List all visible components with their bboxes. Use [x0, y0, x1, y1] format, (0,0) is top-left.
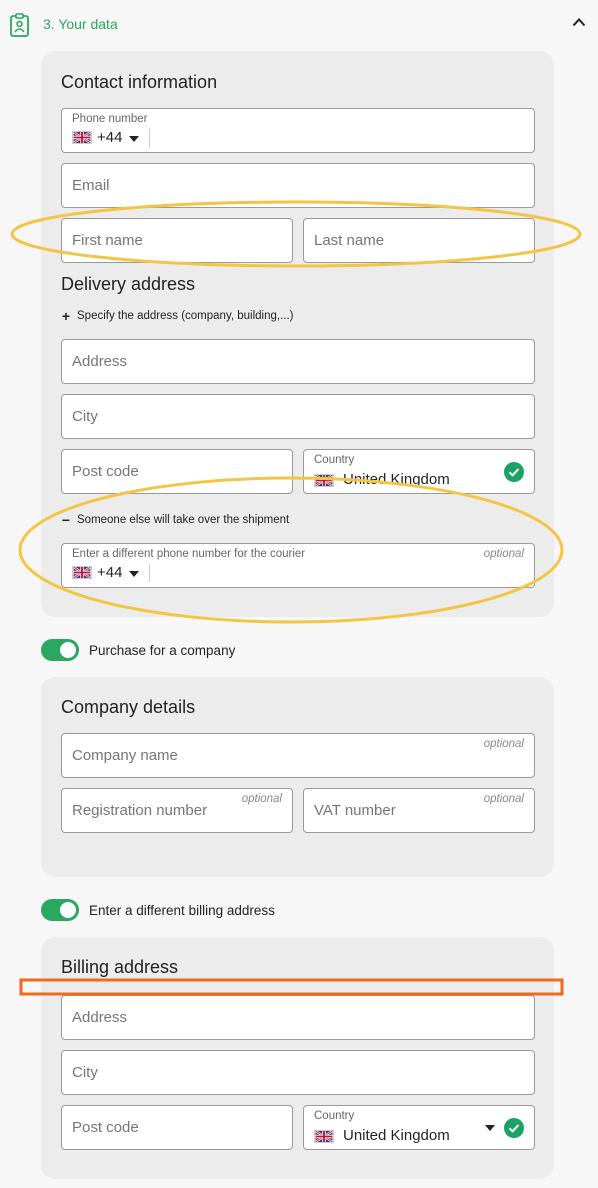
someone-else-label: Someone else will take over the shipment	[77, 514, 290, 526]
phone-separator	[149, 564, 150, 582]
toggle-knob	[60, 642, 76, 658]
specify-address-label: Specify the address (company, building,.…	[77, 310, 294, 322]
company-toggle-row[interactable]: Purchase for a company	[41, 639, 235, 661]
phone-label: Phone number	[72, 113, 148, 125]
registration-number-placeholder: Registration number	[72, 802, 208, 819]
delivery-title: Delivery address	[61, 274, 196, 294]
billing-title: Billing address	[61, 957, 179, 977]
last-name-field[interactable]: Last name	[303, 218, 535, 263]
billing-toggle-row[interactable]: Enter a different billing address	[41, 899, 275, 921]
delivery-city-placeholder: City	[72, 408, 98, 425]
delivery-country-select[interactable]: Country United Kingdom	[303, 449, 535, 494]
email-field[interactable]: Email	[61, 163, 535, 208]
vat-number-field[interactable]: VAT number optional	[303, 788, 535, 833]
delivery-address-placeholder: Address	[72, 353, 128, 370]
billing-postcode-placeholder: Post code	[72, 1119, 139, 1136]
delivery-city-field[interactable]: City	[61, 394, 535, 439]
vat-number-placeholder: VAT number	[314, 802, 396, 819]
delivery-postcode-field[interactable]: Post code	[61, 449, 293, 494]
caret-down-icon[interactable]	[129, 571, 139, 577]
billing-address-placeholder: Address	[72, 1009, 128, 1026]
minus-icon: −	[61, 512, 71, 528]
company-toggle-label: Purchase for a company	[89, 642, 236, 658]
vat-optional-tag: optional	[483, 793, 524, 805]
contact-delivery-card: Contact information Phone number +44 Ema…	[41, 51, 554, 617]
delivery-country-label: Country	[314, 454, 355, 466]
registration-number-field[interactable]: Registration number optional	[61, 788, 293, 833]
phone-separator	[149, 129, 150, 147]
phone-field[interactable]: Phone number +44	[61, 108, 535, 153]
billing-toggle-label: Enter a different billing address	[89, 902, 275, 918]
delivery-country-value: United Kingdom	[343, 471, 450, 488]
billing-card: Billing address Address City Post code C…	[41, 937, 554, 1179]
toggle-knob	[60, 902, 76, 918]
step-header[interactable]: 3. Your data	[0, 0, 598, 50]
billing-country-value: United Kingdom	[343, 1127, 450, 1144]
uk-flag-icon	[314, 1130, 334, 1143]
chevron-up-icon[interactable]	[572, 17, 586, 27]
first-name-placeholder: First name	[72, 232, 143, 249]
billing-country-label: Country	[314, 1110, 355, 1122]
courier-phone-label: Enter a different phone number for the c…	[72, 548, 306, 560]
clipboard-user-icon	[10, 13, 29, 37]
registration-optional-tag: optional	[241, 793, 282, 805]
specify-address-link[interactable]: + Specify the address (company, building…	[61, 308, 294, 324]
courier-optional-tag: optional	[483, 548, 524, 560]
company-name-optional-tag: optional	[483, 738, 524, 750]
contact-title: Contact information	[61, 72, 218, 92]
billing-address-field[interactable]: Address	[61, 995, 535, 1040]
uk-flag-icon[interactable]	[72, 566, 92, 579]
check-circle-icon	[504, 1118, 524, 1138]
first-name-field[interactable]: First name	[61, 218, 293, 263]
caret-down-icon[interactable]	[485, 1125, 495, 1131]
courier-phone-field[interactable]: Enter a different phone number for the c…	[61, 543, 535, 588]
billing-city-field[interactable]: City	[61, 1050, 535, 1095]
plus-icon: +	[61, 308, 71, 324]
company-title: Company details	[61, 697, 196, 717]
company-card: Company details Company name optional Re…	[41, 677, 554, 877]
delivery-postcode-placeholder: Post code	[72, 463, 139, 480]
billing-city-placeholder: City	[72, 1064, 98, 1081]
check-circle-icon	[504, 462, 524, 482]
company-name-placeholder: Company name	[72, 747, 178, 764]
company-name-field[interactable]: Company name optional	[61, 733, 535, 778]
billing-toggle[interactable]	[41, 899, 79, 921]
caret-down-icon[interactable]	[129, 136, 139, 142]
phone-country-code[interactable]: +44	[97, 129, 122, 146]
someone-else-link[interactable]: − Someone else will take over the shipme…	[61, 512, 289, 528]
billing-country-select[interactable]: Country United Kingdom	[303, 1105, 535, 1150]
delivery-address-field[interactable]: Address	[61, 339, 535, 384]
billing-postcode-field[interactable]: Post code	[61, 1105, 293, 1150]
courier-country-code[interactable]: +44	[97, 564, 122, 581]
email-placeholder: Email	[72, 177, 110, 194]
company-toggle[interactable]	[41, 639, 79, 661]
last-name-placeholder: Last name	[314, 232, 385, 249]
step-title: 3. Your data	[43, 16, 118, 32]
uk-flag-icon[interactable]	[72, 131, 92, 144]
uk-flag-icon	[314, 474, 334, 487]
